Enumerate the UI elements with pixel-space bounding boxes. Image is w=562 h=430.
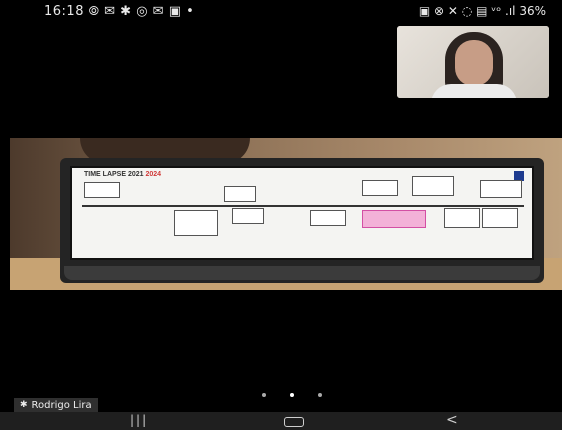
participant-name: Rodrigo Lira	[31, 399, 92, 411]
timeline-box	[232, 208, 264, 224]
timeline-box	[174, 210, 218, 236]
slide-title: TIME LAPSE 2021 2024	[84, 171, 161, 178]
timeline-axis	[82, 205, 524, 207]
status-system-icons: ▣ ⊗ ✕ ◌ ▤ ᵛᵒ	[418, 4, 502, 18]
back-icon[interactable]: <	[446, 412, 458, 428]
page-indicator	[262, 393, 322, 399]
battery-level: 36%	[519, 4, 546, 18]
timeline-box	[482, 208, 518, 228]
status-bar: 16:18 ⦾ ✉ ✱ ◎ ✉ ▣ • ▣ ⊗ ✕ ◌ ▤ ᵛᵒ .ıl 36%	[0, 0, 562, 24]
page-dot	[262, 393, 266, 397]
page-dot-active	[290, 393, 294, 397]
timeline-box	[224, 186, 256, 202]
timeline-box	[310, 210, 346, 226]
status-time: 16:18	[44, 4, 84, 19]
timeline-box	[480, 180, 522, 198]
status-notification-icons: ⦾ ✉ ✱ ◎ ✉ ▣ •	[88, 4, 195, 19]
signal-icon: .ıl	[505, 4, 516, 18]
timeline-box-highlight	[362, 210, 426, 228]
android-nav-bar: ||| <	[0, 412, 562, 430]
shared-slide: TIME LAPSE 2021 2024	[70, 166, 534, 260]
self-view-face	[455, 40, 493, 86]
slide-title-main: TIME LAPSE 2021	[84, 171, 144, 178]
timeline-box	[444, 208, 480, 228]
status-left: 16:18 ⦾ ✉ ✱ ◎ ✉ ▣ •	[44, 4, 194, 19]
slide-title-year: 2024	[145, 171, 162, 178]
recent-apps-icon[interactable]: |||	[130, 413, 148, 427]
self-view-thumbnail[interactable]	[397, 26, 549, 98]
self-view-body	[431, 84, 517, 98]
home-icon[interactable]	[284, 417, 304, 427]
timeline-box	[84, 182, 120, 198]
status-right: ▣ ⊗ ✕ ◌ ▤ ᵛᵒ .ıl 36%	[419, 4, 546, 18]
laptop: TIME LAPSE 2021 2024	[60, 158, 544, 283]
timeline-box	[412, 176, 454, 196]
remote-video[interactable]: TIME LAPSE 2021 2024	[10, 138, 562, 290]
participant-name-tag: ✱ Rodrigo Lira	[14, 398, 98, 412]
laptop-keyboard	[64, 266, 540, 280]
page-dot	[318, 393, 322, 397]
pin-icon: ✱	[20, 400, 28, 410]
timeline-box	[362, 180, 398, 196]
